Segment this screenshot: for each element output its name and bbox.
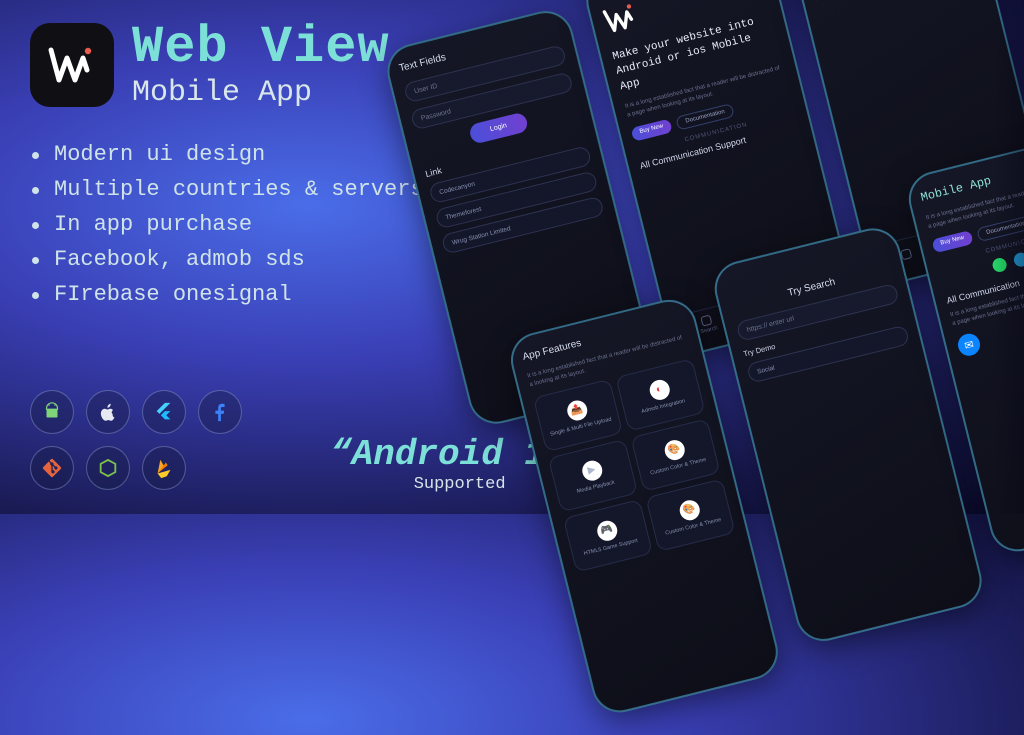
tab-search[interactable]: Search [697,313,718,335]
android-icon [30,390,74,434]
apple-icon [86,390,130,434]
feature-card[interactable]: ▶Media Playback [548,439,638,512]
docs-button[interactable]: Documentation [976,214,1024,242]
social-icon [991,257,1008,274]
messenger-icon: ✉ [956,331,983,358]
feature-card[interactable]: 🎨Custom Color & Theme [630,418,720,491]
app-logo [30,23,114,107]
feature-card[interactable]: 🎨Custom Color & Theme [645,478,735,551]
feature-card[interactable]: 📤Single & Multi File Upload [533,379,623,452]
page-title: Web View [132,22,390,74]
page-subtitle: Mobile App [132,78,390,108]
git-icon [30,446,74,490]
flutter-icon [142,390,186,434]
app-logo-small [600,0,641,39]
phone-mockup-collage: Text Fields User ID Password Login Link … [345,0,1024,706]
facebook-icon [198,390,242,434]
node-icon [86,446,130,490]
settings-row-rate[interactable]: ★ Rate Us› [814,0,975,3]
login-button[interactable]: Login [468,111,529,144]
feature-card[interactable]: ◐Admob Integration [615,358,705,431]
buy-button[interactable]: Buy New [931,230,973,253]
buy-button[interactable]: Buy New [631,119,673,142]
platform-icon-row [30,390,280,490]
social-icon [1012,251,1024,268]
firebase-icon [142,446,186,490]
feature-card[interactable]: 🎮HTML5 Game Support [563,499,653,572]
